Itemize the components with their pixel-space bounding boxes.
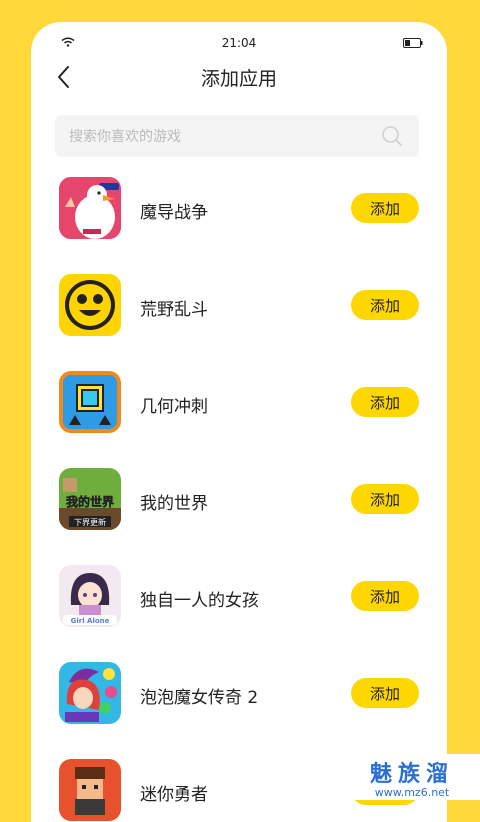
app-name: 几何冲刺 [140, 397, 208, 417]
app-name: 泡泡魔女传奇 2 [140, 688, 259, 708]
list-item: 我的世界 下界更新 我的世界 添加 [31, 453, 447, 550]
app-icon-girl-alone: Girl Alone [59, 565, 121, 627]
list-item: 几何冲刺 添加 [31, 356, 447, 453]
search-icon[interactable] [381, 125, 403, 147]
list-item: 魔导战争 添加 [31, 162, 447, 259]
add-button[interactable]: 添加 [351, 290, 419, 320]
app-name: 魔导战争 [140, 203, 208, 223]
watermark-name: 魅族溜 [369, 762, 454, 787]
list-item: Girl Alone 独自一人的女孩 添加 [31, 550, 447, 647]
app-name: 迷你勇者 [140, 785, 208, 805]
app-icon-goose [59, 177, 121, 239]
app-screen: 21:04 添加应用 搜索你喜欢的游戏 魔导战争 添加 荒野乱斗 添加 几何冲刺… [31, 22, 447, 822]
app-icon-brawl [59, 274, 121, 336]
list-item: 泡泡魔女传奇 2 添加 [31, 647, 447, 744]
app-icon-minecraft: 我的世界 下界更新 [59, 468, 121, 530]
app-name: 我的世界 [140, 494, 208, 514]
search-bar[interactable] [55, 115, 419, 159]
app-icon-geometry [59, 371, 121, 433]
add-button[interactable]: 添加 [351, 581, 419, 611]
add-button[interactable]: 添加 [351, 484, 419, 514]
watermark-logo: 魅族溜 www.mz6.net [344, 754, 480, 800]
battery-icon [403, 38, 423, 48]
svg-text:我的世界: 我的世界 [66, 494, 114, 509]
search-input[interactable] [67, 115, 371, 159]
app-icon-mini-hero [59, 759, 121, 821]
status-bar: 21:04 [31, 22, 447, 56]
svg-text:下界更新: 下界更新 [74, 517, 106, 527]
app-name: 荒野乱斗 [140, 300, 208, 320]
svg-text:Girl Alone: Girl Alone [71, 617, 110, 625]
app-list: 魔导战争 添加 荒野乱斗 添加 几何冲刺 添加 我的世界 下界更新 我的世界 添… [31, 162, 447, 822]
add-button[interactable]: 添加 [351, 678, 419, 708]
list-item: 荒野乱斗 添加 [31, 259, 447, 356]
page-title: 添加应用 [200, 68, 277, 90]
add-button[interactable]: 添加 [351, 387, 419, 417]
watermark-url: www.mz6.net [374, 786, 450, 799]
app-icon-bubble-witch [59, 662, 121, 724]
add-button[interactable]: 添加 [351, 193, 419, 223]
app-name: 独自一人的女孩 [140, 591, 259, 611]
nav-bar: 添加应用 [31, 58, 447, 98]
status-time: 21:04 [221, 36, 257, 50]
